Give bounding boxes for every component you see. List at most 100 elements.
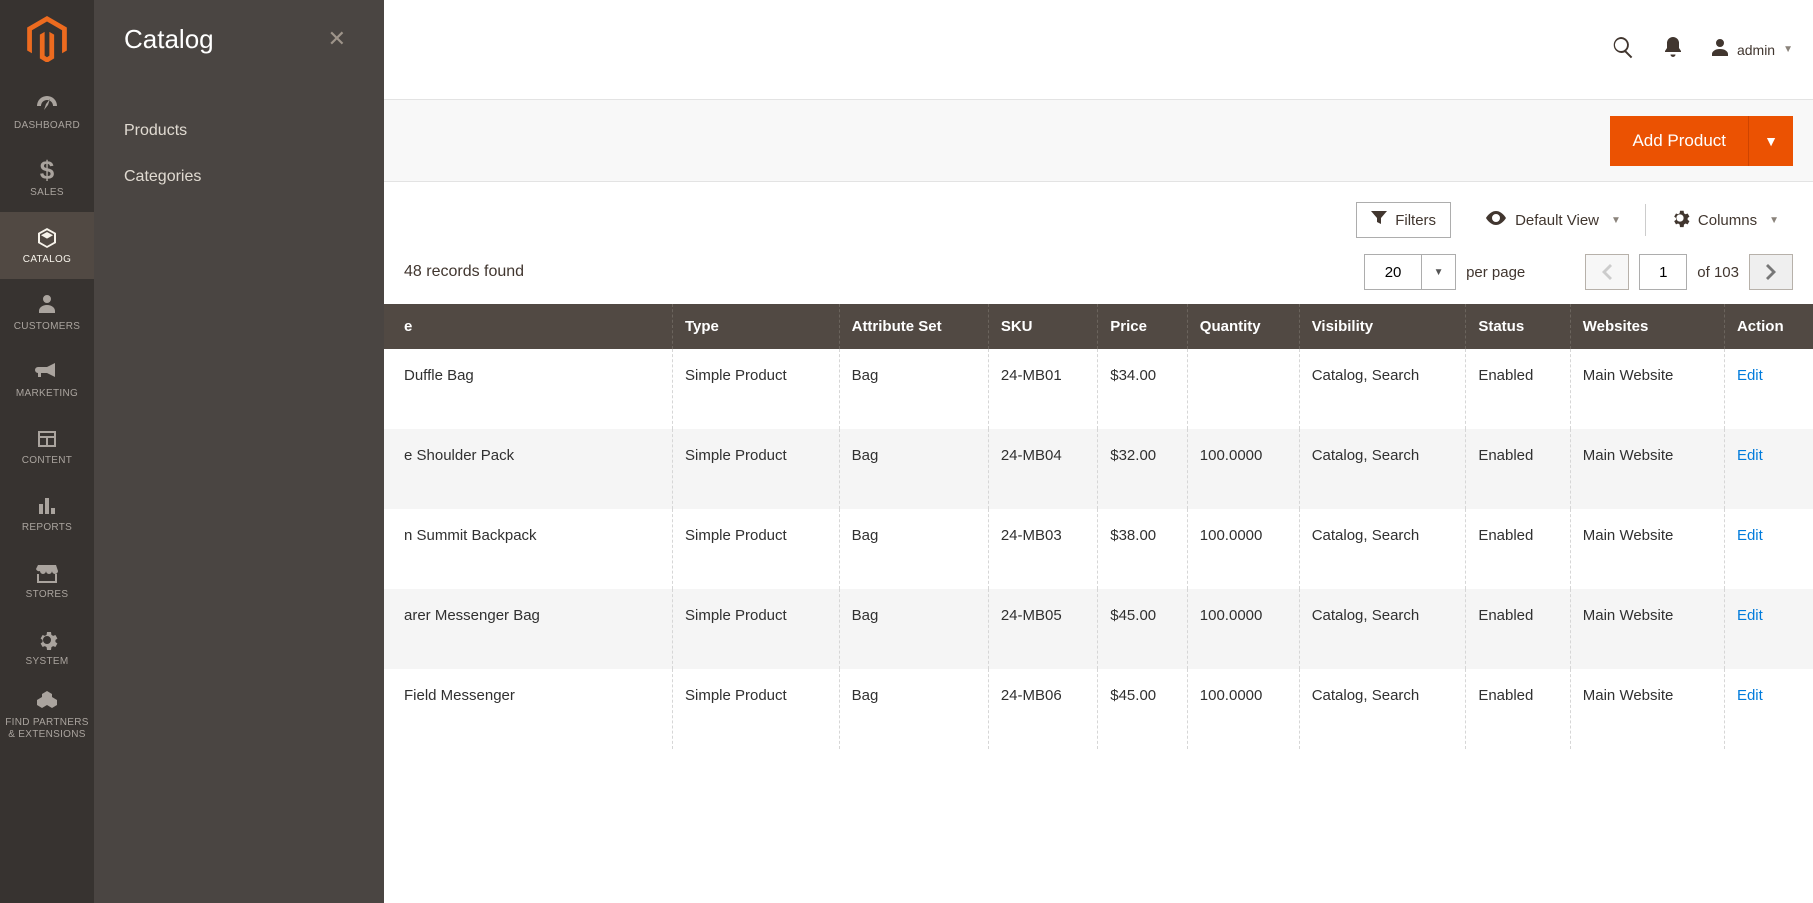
current-page-input[interactable] [1639, 254, 1687, 290]
cell-name: arer Messenger Bag [384, 589, 672, 669]
cell-attribute-set: Bag [839, 349, 988, 429]
gear-icon [1670, 208, 1690, 232]
chevron-right-icon [1766, 264, 1776, 280]
cell-websites: Main Website [1570, 349, 1724, 429]
nav-label: REPORTS [22, 522, 72, 534]
nav-system[interactable]: SYSTEM [0, 614, 94, 681]
flyout-header: Catalog ✕ [124, 0, 354, 78]
products-table: e Type Attribute Set SKU Price Quantity … [384, 304, 1813, 749]
col-visibility[interactable]: Visibility [1299, 304, 1466, 349]
cell-status: Enabled [1466, 429, 1570, 509]
cell-status: Enabled [1466, 589, 1570, 669]
cell-name: n Summit Backpack [384, 509, 672, 589]
nav-catalog[interactable]: CATALOG [0, 212, 94, 279]
default-view-button[interactable]: Default View ▼ [1471, 203, 1635, 237]
nav-sales[interactable]: $ SALES [0, 145, 94, 212]
cell-websites: Main Website [1570, 669, 1724, 749]
nav-dashboard[interactable]: DASHBOARD [0, 78, 94, 145]
col-action[interactable]: Action [1724, 304, 1813, 349]
cell-price: $32.00 [1098, 429, 1188, 509]
cell-action: Edit [1724, 589, 1813, 669]
nav-stores[interactable]: STORES [0, 547, 94, 614]
table-row[interactable]: e Shoulder PackSimple ProductBag24-MB04$… [384, 429, 1813, 509]
search-icon[interactable] [1611, 35, 1635, 65]
records-found: 48 records found [404, 263, 524, 281]
col-sku[interactable]: SKU [988, 304, 1097, 349]
next-page-button[interactable] [1749, 254, 1793, 290]
gear-icon [36, 628, 58, 652]
flyout-item-categories[interactable]: Categories [124, 154, 354, 200]
cell-websites: Main Website [1570, 509, 1724, 589]
cell-sku: 24-MB04 [988, 429, 1097, 509]
cell-visibility: Catalog, Search [1299, 349, 1466, 429]
user-icon [1711, 38, 1729, 61]
nav-reports[interactable]: REPORTS [0, 480, 94, 547]
cell-attribute-set: Bag [839, 669, 988, 749]
add-product-toggle[interactable]: ▼ [1749, 116, 1793, 166]
close-icon[interactable]: ✕ [320, 18, 354, 60]
nav-label: FIND PARTNERS & EXTENSIONS [5, 717, 89, 741]
col-price[interactable]: Price [1098, 304, 1188, 349]
flyout-item-products[interactable]: Products [124, 108, 354, 154]
chevron-down-icon[interactable]: ▼ [1422, 254, 1456, 290]
chevron-left-icon [1602, 264, 1612, 280]
cell-status: Enabled [1466, 349, 1570, 429]
nav-label: STORES [26, 589, 69, 601]
cell-price: $45.00 [1098, 669, 1188, 749]
catalog-flyout: Catalog ✕ Products Categories [94, 0, 384, 903]
prev-page-button[interactable] [1585, 254, 1629, 290]
cell-visibility: Catalog, Search [1299, 669, 1466, 749]
edit-link[interactable]: Edit [1737, 447, 1763, 464]
chevron-down-icon: ▼ [1783, 44, 1793, 55]
notifications-icon[interactable] [1663, 35, 1683, 65]
cell-status: Enabled [1466, 509, 1570, 589]
columns-button[interactable]: Columns ▼ [1656, 200, 1793, 240]
add-product-button[interactable]: Add Product [1610, 116, 1749, 166]
cell-sku: 24-MB05 [988, 589, 1097, 669]
cell-quantity: 100.0000 [1187, 669, 1299, 749]
user-menu[interactable]: admin ▼ [1711, 38, 1793, 61]
toolbar-right: Filters Default View ▼ Columns ▼ [1356, 200, 1793, 240]
pages-icon [36, 427, 58, 451]
nav-content[interactable]: CONTENT [0, 413, 94, 480]
nav-partners[interactable]: FIND PARTNERS & EXTENSIONS [0, 681, 94, 748]
col-status[interactable]: Status [1466, 304, 1570, 349]
user-label: admin [1737, 42, 1775, 58]
magento-logo[interactable] [0, 0, 94, 78]
col-type[interactable]: Type [672, 304, 839, 349]
table-row[interactable]: arer Messenger BagSimple ProductBag24-MB… [384, 589, 1813, 669]
cell-websites: Main Website [1570, 589, 1724, 669]
filters-button[interactable]: Filters [1356, 202, 1451, 238]
edit-link[interactable]: Edit [1737, 687, 1763, 704]
cell-quantity [1187, 349, 1299, 429]
per-page-select[interactable]: ▼ [1364, 254, 1456, 290]
col-attribute-set[interactable]: Attribute Set [839, 304, 988, 349]
cell-quantity: 100.0000 [1187, 509, 1299, 589]
table-row[interactable]: Field MessengerSimple ProductBag24-MB06$… [384, 669, 1813, 749]
cell-type: Simple Product [672, 509, 839, 589]
cell-quantity: 100.0000 [1187, 429, 1299, 509]
cell-action: Edit [1724, 349, 1813, 429]
cell-attribute-set: Bag [839, 589, 988, 669]
edit-link[interactable]: Edit [1737, 607, 1763, 624]
cell-status: Enabled [1466, 669, 1570, 749]
chevron-down-icon: ▼ [1611, 215, 1621, 226]
pagination: ▼ per page of 103 [1364, 254, 1793, 290]
edit-link[interactable]: Edit [1737, 367, 1763, 384]
cell-sku: 24-MB03 [988, 509, 1097, 589]
per-page-input[interactable] [1364, 254, 1422, 290]
col-websites[interactable]: Websites [1570, 304, 1724, 349]
col-quantity[interactable]: Quantity [1187, 304, 1299, 349]
total-pages-label: of 103 [1697, 264, 1739, 281]
table-row[interactable]: Duffle BagSimple ProductBag24-MB01$34.00… [384, 349, 1813, 429]
table-row[interactable]: n Summit BackpackSimple ProductBag24-MB0… [384, 509, 1813, 589]
nav-customers[interactable]: CUSTOMERS [0, 279, 94, 346]
cell-action: Edit [1724, 669, 1813, 749]
magento-logo-icon [27, 16, 67, 62]
col-name[interactable]: e [384, 304, 672, 349]
funnel-icon [1371, 211, 1387, 229]
person-icon [37, 293, 57, 317]
nav-marketing[interactable]: MARKETING [0, 346, 94, 413]
edit-link[interactable]: Edit [1737, 527, 1763, 544]
nav-label: CATALOG [23, 254, 71, 266]
